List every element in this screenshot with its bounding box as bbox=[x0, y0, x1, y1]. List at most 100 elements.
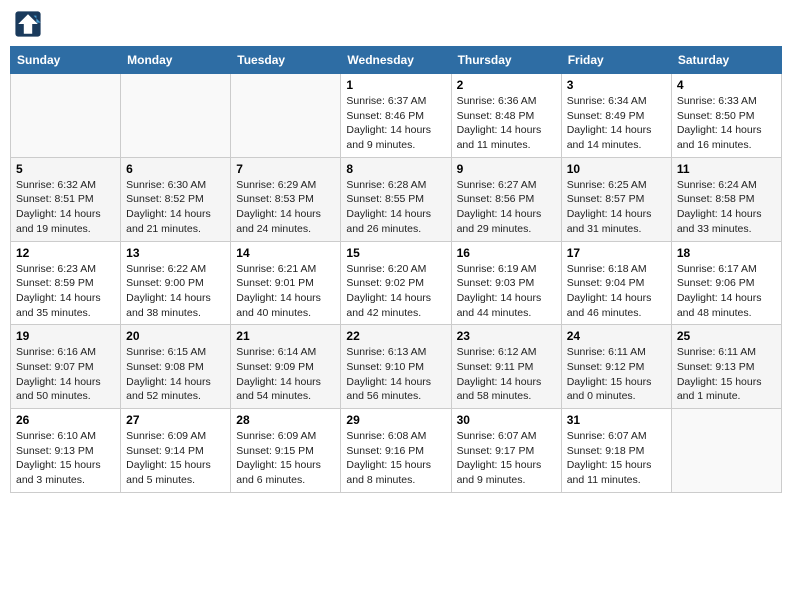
calendar-cell: 3Sunrise: 6:34 AMSunset: 8:49 PMDaylight… bbox=[561, 74, 671, 158]
day-number: 16 bbox=[457, 246, 556, 260]
day-number: 1 bbox=[346, 78, 445, 92]
day-info: Sunrise: 6:15 AMSunset: 9:08 PMDaylight:… bbox=[126, 345, 225, 404]
calendar-cell: 15 Sunrise: 6:20 AMSunset: 9:02 PMDayligh… bbox=[341, 241, 451, 325]
calendar-cell: 7 Sunrise: 6:29 AMSunset: 8:53 PMDaylight… bbox=[231, 157, 341, 241]
day-number: 7 bbox=[236, 162, 335, 176]
day-number: 9 bbox=[457, 162, 556, 176]
day-number: 28 bbox=[236, 413, 335, 427]
day-number: 15 bbox=[346, 246, 445, 260]
day-number: 4 bbox=[677, 78, 776, 92]
calendar-cell: 4 Sunrise: 6:33 AMSunset: 8:50 PMDaylight… bbox=[671, 74, 781, 158]
day-of-week-header: Monday bbox=[121, 47, 231, 74]
calendar-cell: 5 Sunrise: 6:32 AMSunset: 8:51 PMDaylight… bbox=[11, 157, 121, 241]
day-info: Sunrise: 6:25 AMSunset: 8:57 PMDaylight:… bbox=[567, 178, 666, 237]
day-number: 6 bbox=[126, 162, 225, 176]
day-info: Sunrise: 6:37 AMSunset: 8:46 PMDaylight:… bbox=[346, 94, 445, 153]
day-info: Sunrise: 6:16 AMSunset: 9:07 PMDaylight:… bbox=[16, 345, 115, 404]
day-number: 24 bbox=[567, 329, 666, 343]
day-info: Sunrise: 6:23 AMSunset: 8:59 PMDaylight:… bbox=[16, 262, 115, 321]
day-number: 26 bbox=[16, 413, 115, 427]
day-number: 21 bbox=[236, 329, 335, 343]
day-number: 25 bbox=[677, 329, 776, 343]
day-info: Sunrise: 6:09 AMSunset: 9:14 PMDaylight:… bbox=[126, 429, 225, 488]
day-number: 18 bbox=[677, 246, 776, 260]
day-info: Sunrise: 6:21 AMSunset: 9:01 PMDaylight:… bbox=[236, 262, 335, 321]
day-info: Sunrise: 6:32 AMSunset: 8:51 PMDaylight:… bbox=[16, 178, 115, 237]
day-number: 8 bbox=[346, 162, 445, 176]
day-info: Sunrise: 6:17 AMSunset: 9:06 PMDaylight:… bbox=[677, 262, 776, 321]
calendar-cell: 2 Sunrise: 6:36 AMSunset: 8:48 PMDaylight… bbox=[451, 74, 561, 158]
calendar-cell: 30Sunrise: 6:07 AMSunset: 9:17 PMDayligh… bbox=[451, 409, 561, 493]
calendar-cell: 6 Sunrise: 6:30 AMSunset: 8:52 PMDaylight… bbox=[121, 157, 231, 241]
calendar-cell: 11 Sunrise: 6:24 AMSunset: 8:58 PMDayligh… bbox=[671, 157, 781, 241]
day-of-week-header: Thursday bbox=[451, 47, 561, 74]
calendar-cell: 19Sunrise: 6:16 AMSunset: 9:07 PMDayligh… bbox=[11, 325, 121, 409]
day-info: Sunrise: 6:29 AMSunset: 8:53 PMDaylight:… bbox=[236, 178, 335, 237]
calendar-cell: 21 Sunrise: 6:14 AMSunset: 9:09 PMDayligh… bbox=[231, 325, 341, 409]
calendar-cell: 27 Sunrise: 6:09 AMSunset: 9:14 PMDayligh… bbox=[121, 409, 231, 493]
day-number: 5 bbox=[16, 162, 115, 176]
day-number: 14 bbox=[236, 246, 335, 260]
calendar-cell: 16 Sunrise: 6:19 AMSunset: 9:03 PMDayligh… bbox=[451, 241, 561, 325]
day-info: Sunrise: 6:19 AMSunset: 9:03 PMDaylight:… bbox=[457, 262, 556, 321]
calendar-cell bbox=[11, 74, 121, 158]
calendar-cell: 23 Sunrise: 6:12 AMSunset: 9:11 PMDayligh… bbox=[451, 325, 561, 409]
calendar-cell: 9 Sunrise: 6:27 AMSunset: 8:56 PMDaylight… bbox=[451, 157, 561, 241]
day-number: 31 bbox=[567, 413, 666, 427]
calendar-cell: 31 Sunrise: 6:07 AMSunset: 9:18 PMDayligh… bbox=[561, 409, 671, 493]
calendar-cell: 8Sunrise: 6:28 AMSunset: 8:55 PMDaylight… bbox=[341, 157, 451, 241]
calendar-cell: 13Sunrise: 6:22 AMSunset: 9:00 PMDayligh… bbox=[121, 241, 231, 325]
calendar-week-row: 12 Sunrise: 6:23 AMSunset: 8:59 PMDayligh… bbox=[11, 241, 782, 325]
day-info: Sunrise: 6:07 AMSunset: 9:18 PMDaylight:… bbox=[567, 429, 666, 488]
day-number: 2 bbox=[457, 78, 556, 92]
calendar-cell: 24Sunrise: 6:11 AMSunset: 9:12 PMDayligh… bbox=[561, 325, 671, 409]
calendar-cell: 20 Sunrise: 6:15 AMSunset: 9:08 PMDayligh… bbox=[121, 325, 231, 409]
day-info: Sunrise: 6:36 AMSunset: 8:48 PMDaylight:… bbox=[457, 94, 556, 153]
calendar-week-row: 26 Sunrise: 6:10 AMSunset: 9:13 PMDayligh… bbox=[11, 409, 782, 493]
calendar-cell: 29Sunrise: 6:08 AMSunset: 9:16 PMDayligh… bbox=[341, 409, 451, 493]
day-info: Sunrise: 6:27 AMSunset: 8:56 PMDaylight:… bbox=[457, 178, 556, 237]
day-number: 30 bbox=[457, 413, 556, 427]
day-info: Sunrise: 6:12 AMSunset: 9:11 PMDaylight:… bbox=[457, 345, 556, 404]
calendar-cell: 25 Sunrise: 6:11 AMSunset: 9:13 PMDayligh… bbox=[671, 325, 781, 409]
day-of-week-header: Sunday bbox=[11, 47, 121, 74]
day-number: 20 bbox=[126, 329, 225, 343]
day-info: Sunrise: 6:11 AMSunset: 9:13 PMDaylight:… bbox=[677, 345, 776, 404]
calendar-week-row: 19Sunrise: 6:16 AMSunset: 9:07 PMDayligh… bbox=[11, 325, 782, 409]
calendar-cell: 14 Sunrise: 6:21 AMSunset: 9:01 PMDayligh… bbox=[231, 241, 341, 325]
calendar-cell bbox=[121, 74, 231, 158]
day-info: Sunrise: 6:33 AMSunset: 8:50 PMDaylight:… bbox=[677, 94, 776, 153]
day-number: 12 bbox=[16, 246, 115, 260]
day-of-week-header: Wednesday bbox=[341, 47, 451, 74]
day-info: Sunrise: 6:20 AMSunset: 9:02 PMDaylight:… bbox=[346, 262, 445, 321]
day-info: Sunrise: 6:30 AMSunset: 8:52 PMDaylight:… bbox=[126, 178, 225, 237]
calendar-cell: 26 Sunrise: 6:10 AMSunset: 9:13 PMDayligh… bbox=[11, 409, 121, 493]
day-info: Sunrise: 6:24 AMSunset: 8:58 PMDaylight:… bbox=[677, 178, 776, 237]
calendar-cell: 17Sunrise: 6:18 AMSunset: 9:04 PMDayligh… bbox=[561, 241, 671, 325]
calendar-header-row: SundayMondayTuesdayWednesdayThursdayFrid… bbox=[11, 47, 782, 74]
page-header bbox=[10, 10, 782, 38]
logo-icon bbox=[14, 10, 42, 38]
day-number: 27 bbox=[126, 413, 225, 427]
calendar-cell bbox=[671, 409, 781, 493]
day-info: Sunrise: 6:22 AMSunset: 9:00 PMDaylight:… bbox=[126, 262, 225, 321]
day-of-week-header: Friday bbox=[561, 47, 671, 74]
day-number: 11 bbox=[677, 162, 776, 176]
calendar-cell: 28 Sunrise: 6:09 AMSunset: 9:15 PMDayligh… bbox=[231, 409, 341, 493]
day-info: Sunrise: 6:18 AMSunset: 9:04 PMDaylight:… bbox=[567, 262, 666, 321]
day-info: Sunrise: 6:14 AMSunset: 9:09 PMDaylight:… bbox=[236, 345, 335, 404]
day-info: Sunrise: 6:10 AMSunset: 9:13 PMDaylight:… bbox=[16, 429, 115, 488]
day-of-week-header: Saturday bbox=[671, 47, 781, 74]
day-info: Sunrise: 6:09 AMSunset: 9:15 PMDaylight:… bbox=[236, 429, 335, 488]
day-number: 10 bbox=[567, 162, 666, 176]
calendar-cell: 22Sunrise: 6:13 AMSunset: 9:10 PMDayligh… bbox=[341, 325, 451, 409]
day-of-week-header: Tuesday bbox=[231, 47, 341, 74]
calendar-week-row: 1 Sunrise: 6:37 AMSunset: 8:46 PMDaylight… bbox=[11, 74, 782, 158]
calendar-cell: 1 Sunrise: 6:37 AMSunset: 8:46 PMDaylight… bbox=[341, 74, 451, 158]
calendar-week-row: 5 Sunrise: 6:32 AMSunset: 8:51 PMDaylight… bbox=[11, 157, 782, 241]
calendar-cell bbox=[231, 74, 341, 158]
calendar-table: SundayMondayTuesdayWednesdayThursdayFrid… bbox=[10, 46, 782, 493]
day-number: 23 bbox=[457, 329, 556, 343]
day-number: 22 bbox=[346, 329, 445, 343]
day-number: 29 bbox=[346, 413, 445, 427]
